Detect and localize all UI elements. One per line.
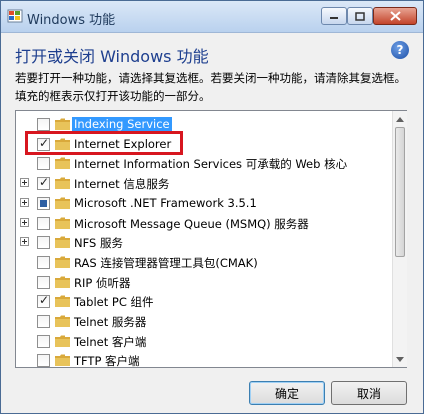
folder-icon [55, 315, 70, 327]
vertical-scrollbar[interactable] [392, 111, 407, 367]
windows-features-dialog: Windows 功能 打开或关闭 Windows 功能 ? 若要打开一种功能，请… [0, 0, 424, 414]
expand-plus-icon[interactable] [20, 237, 29, 247]
feature-row[interactable]: RAS 连接管理器管理工具包(CMAK) [16, 252, 391, 272]
folder-icon [55, 118, 70, 130]
chevron-up-icon [396, 116, 404, 122]
feature-label: RAS 连接管理器管理工具包(CMAK) [74, 255, 258, 270]
folder-icon [55, 335, 70, 347]
feature-row[interactable]: Tablet PC 组件 [16, 291, 391, 311]
feature-label: Telnet 客户端 [74, 334, 147, 349]
feature-checkbox[interactable] [37, 216, 50, 230]
scroll-down-button[interactable] [393, 351, 407, 367]
title-bar[interactable]: Windows 功能 [1, 1, 423, 33]
maximize-icon [355, 11, 365, 21]
dialog-heading: 打开或关闭 Windows 功能 [15, 47, 209, 66]
feature-row[interactable]: NFS 服务 [16, 232, 391, 252]
feature-row[interactable]: RIP 侦听器 [16, 272, 391, 292]
feature-row[interactable]: Internet Information Services 可承载的 Web 核… [16, 153, 391, 173]
folder-icon [55, 236, 70, 249]
windows-features-icon [7, 9, 23, 23]
feature-checkbox[interactable] [37, 157, 50, 171]
cancel-button[interactable]: 取消 [331, 381, 407, 405]
folder-icon [55, 157, 70, 170]
red-highlight-box [25, 131, 183, 155]
feature-label: NFS 服务 [74, 236, 123, 251]
feature-label: TFTP 客户端 [74, 354, 140, 368]
folder-icon [55, 197, 70, 209]
folder-icon [55, 256, 70, 268]
feature-row[interactable]: TFTP 客户端 [16, 350, 391, 368]
description-text: 若要打开一种功能，请选择其复选框。若要关闭一种功能，请清除其复选框。填充的框表示… [15, 71, 406, 103]
feature-checkbox[interactable] [37, 175, 50, 191]
minimize-icon [330, 17, 338, 19]
feature-checkbox[interactable] [37, 354, 50, 367]
feature-checkbox[interactable] [37, 293, 50, 309]
expand-plus-icon[interactable] [20, 197, 29, 207]
ok-button[interactable]: 确定 [249, 381, 325, 405]
minimize-button[interactable] [321, 7, 347, 25]
feature-row[interactable]: Microsoft .NET Framework 3.5.1 [16, 193, 391, 213]
feature-label: RIP 侦听器 [74, 275, 131, 290]
feature-label: Telnet 服务器 [74, 315, 147, 329]
feature-label: Microsoft .NET Framework 3.5.1 [74, 195, 257, 210]
feature-checkbox[interactable] [37, 275, 50, 289]
close-icon [389, 11, 401, 21]
feature-label: Internet 信息服务 [74, 177, 170, 192]
feature-checkbox[interactable] [37, 255, 50, 269]
folder-icon [55, 354, 70, 367]
feature-row[interactable]: Microsoft Message Queue (MSMQ) 服务器 [16, 213, 391, 233]
feature-label: Tablet PC 组件 [74, 295, 154, 310]
feature-label: Microsoft Message Queue (MSMQ) 服务器 [74, 216, 309, 231]
scrollbar-thumb[interactable] [395, 127, 405, 257]
feature-checkbox[interactable] [37, 315, 50, 328]
scroll-up-button[interactable] [393, 111, 407, 127]
help-icon[interactable]: ? [391, 41, 409, 59]
feature-label: Internet Information Services 可承载的 Web 核… [74, 157, 348, 172]
folder-icon [55, 276, 70, 288]
feature-checkbox[interactable] [37, 334, 50, 348]
feature-checkbox[interactable] [37, 118, 50, 131]
feature-checkbox[interactable] [37, 196, 50, 210]
chevron-down-icon [396, 356, 404, 362]
folder-icon [55, 217, 70, 229]
feature-label: Indexing Service [72, 117, 172, 131]
folder-icon [55, 177, 70, 190]
folder-icon [55, 295, 70, 308]
expand-plus-icon[interactable] [20, 217, 29, 227]
window-title: Windows 功能 [27, 13, 116, 28]
maximize-button[interactable] [347, 7, 373, 25]
feature-row[interactable]: Telnet 客户端 [16, 331, 391, 351]
feature-row[interactable]: Internet 信息服务 [16, 173, 391, 193]
close-button[interactable] [373, 7, 417, 25]
feature-checkbox[interactable] [37, 236, 50, 250]
expand-plus-icon[interactable] [20, 178, 29, 188]
feature-row[interactable]: Telnet 服务器 [16, 311, 391, 331]
